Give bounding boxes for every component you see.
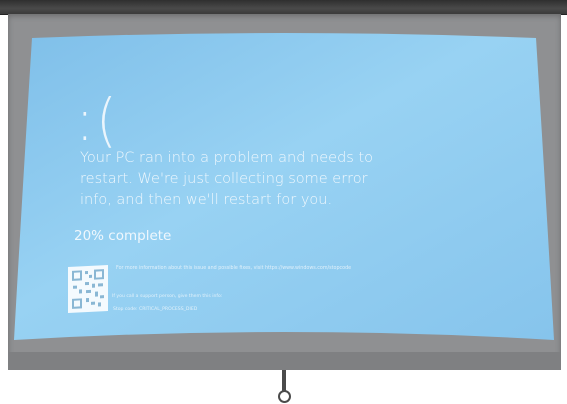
pull-cord[interactable] [282, 370, 286, 392]
qr-code-icon [68, 264, 108, 314]
stop-code-text: Stop code: CRITICAL_PROCESS_DIED [113, 307, 198, 312]
projector-roller [0, 0, 567, 15]
progress-text: 20% complete [74, 228, 172, 244]
error-message: Your PC ran into a problem and needs to … [80, 150, 374, 208]
projector-scene: :( Your PC ran into a problem and needs … [0, 0, 567, 404]
support-text: If you call a support person, give them … [112, 294, 223, 299]
blue-screen: :( Your PC ran into a problem and needs … [10, 28, 558, 360]
pull-ring-icon[interactable] [278, 390, 291, 403]
more-info-text: For more information about this issue an… [116, 266, 352, 271]
sad-face-emoticon: :( [76, 86, 120, 154]
